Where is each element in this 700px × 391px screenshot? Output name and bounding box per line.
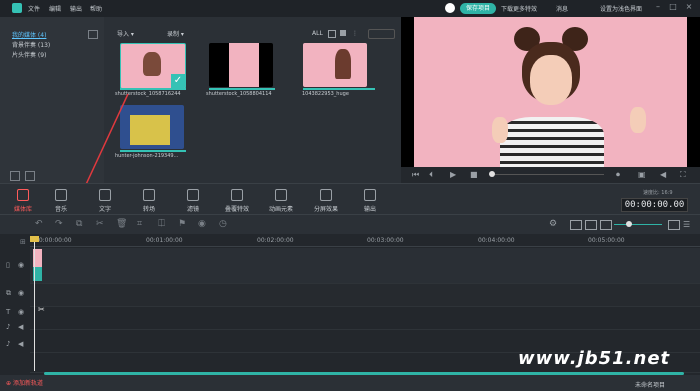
preview-image <box>414 17 687 167</box>
plus-circle-icon: ⊕ <box>6 380 13 387</box>
overlay-icon <box>231 189 243 201</box>
text-track-icon: T <box>6 308 11 316</box>
volume-icon[interactable]: ◀ <box>660 170 666 179</box>
face <box>530 55 572 105</box>
fit-icon[interactable] <box>585 220 597 230</box>
preview-controls <box>401 167 700 183</box>
snap-icon[interactable] <box>570 220 582 230</box>
ruler-tick: 00:03:00:00 <box>367 237 404 244</box>
play-icon[interactable]: ▶ <box>450 170 456 179</box>
zoom-slider[interactable] <box>614 224 662 225</box>
text-track[interactable] <box>30 307 700 330</box>
undo-icon[interactable]: ↶ <box>35 219 43 229</box>
cut-icon[interactable]: ✂ <box>96 219 104 229</box>
watermark: www.jb51.net <box>518 348 671 369</box>
tool-media[interactable]: 媒体库 <box>10 189 36 213</box>
playhead[interactable] <box>34 236 35 371</box>
hand-left <box>492 117 508 143</box>
settings-icon[interactable]: ⚙ <box>549 219 557 229</box>
mic-icon[interactable]: ⏺ <box>616 170 620 180</box>
tool-transition[interactable]: 转场 <box>136 189 162 213</box>
tool-elements[interactable]: 动画元素 <box>268 189 294 213</box>
redo-icon[interactable]: ↷ <box>55 219 63 229</box>
striped-shirt <box>500 117 604 167</box>
zoom-out-icon[interactable] <box>600 220 612 230</box>
add-new-track-button[interactable]: ⊕ 添加新轨道 <box>6 378 43 387</box>
filter-icon <box>187 189 199 201</box>
preview-window <box>401 17 700 167</box>
ruler-baseline <box>30 246 700 247</box>
color-icon[interactable]: ◉ <box>198 219 206 229</box>
eye-icon[interactable]: ◉ <box>18 289 24 297</box>
hand-right <box>630 107 646 133</box>
ruler-tick: 00:04:00:00 <box>478 237 515 244</box>
overlay-track[interactable] <box>30 284 700 307</box>
step-back-icon[interactable]: ⏴ <box>429 170 433 180</box>
layout-icon[interactable]: ☰ <box>683 220 690 229</box>
transition-icon <box>143 189 155 201</box>
tool-text[interactable]: 文字 <box>92 189 118 213</box>
ruler-tick: 00:05:00:00 <box>588 237 625 244</box>
scrubber-handle[interactable] <box>489 171 495 177</box>
fullscreen-icon[interactable]: ⛶ <box>680 170 686 180</box>
crop-icon[interactable]: ⌗ <box>137 219 142 229</box>
copy-icon[interactable]: ⧉ <box>76 219 82 229</box>
ruler-tick: 00:02:00:00 <box>257 237 294 244</box>
tool-music[interactable]: 音乐 <box>48 189 74 213</box>
tool-filter[interactable]: 滤镜 <box>180 189 206 213</box>
ruler-tick: 00:01:00:00 <box>146 237 183 244</box>
split-screen-icon <box>320 189 332 201</box>
ruler-tick: 00:00:00:00 <box>35 237 72 244</box>
zoom-in-icon[interactable] <box>668 220 680 230</box>
folder-icon <box>17 189 29 201</box>
video-track[interactable] <box>30 248 700 284</box>
export-icon <box>364 189 376 201</box>
speaker-icon[interactable]: ◀ <box>18 323 23 331</box>
video-track-icon: ▯ <box>6 261 10 269</box>
camera-icon[interactable]: ▣ <box>638 170 646 179</box>
playhead-handle[interactable] <box>30 236 39 242</box>
split-icon[interactable]: ⎅ <box>158 219 165 229</box>
add-track-label: 添加新轨道 <box>12 380 43 387</box>
tool-split-screen[interactable]: 分屏效果 <box>313 189 339 213</box>
tool-export[interactable]: 输出 <box>357 189 383 213</box>
tool-overlay[interactable]: 叠覆特效 <box>224 189 250 213</box>
playback-scrubber[interactable] <box>489 174 604 175</box>
speaker-icon[interactable]: ◀ <box>18 340 23 348</box>
eye-icon[interactable]: ◉ <box>18 261 24 269</box>
zoom-handle[interactable] <box>626 221 632 227</box>
marker-icon[interactable]: ⚑ <box>178 219 186 229</box>
speed-icon[interactable]: ◷ <box>219 219 227 229</box>
music-icon <box>55 189 67 201</box>
delete-icon[interactable]: 🗑 <box>116 219 127 229</box>
audio-track-icon: ♪ <box>6 323 11 331</box>
project-name: 未命名项目 <box>635 382 666 389</box>
audio-track-icon: ♪ <box>6 340 11 348</box>
scissors-icon[interactable]: ✂ <box>38 305 45 314</box>
bottom-bar <box>0 375 700 391</box>
skip-back-icon[interactable]: ⏮ <box>412 170 419 180</box>
stop-icon[interactable]: ■ <box>470 170 478 179</box>
text-icon <box>99 189 111 201</box>
add-track-icon[interactable]: ⊞ <box>20 238 26 246</box>
overlay-track-icon: ⧉ <box>6 289 11 297</box>
eye-icon[interactable]: ◉ <box>18 308 24 316</box>
timecode-display: 00:00:00.00 <box>621 198 688 212</box>
image-icon <box>275 189 287 201</box>
aspect-ratio-label: 速度比: 16:9 <box>643 190 673 196</box>
